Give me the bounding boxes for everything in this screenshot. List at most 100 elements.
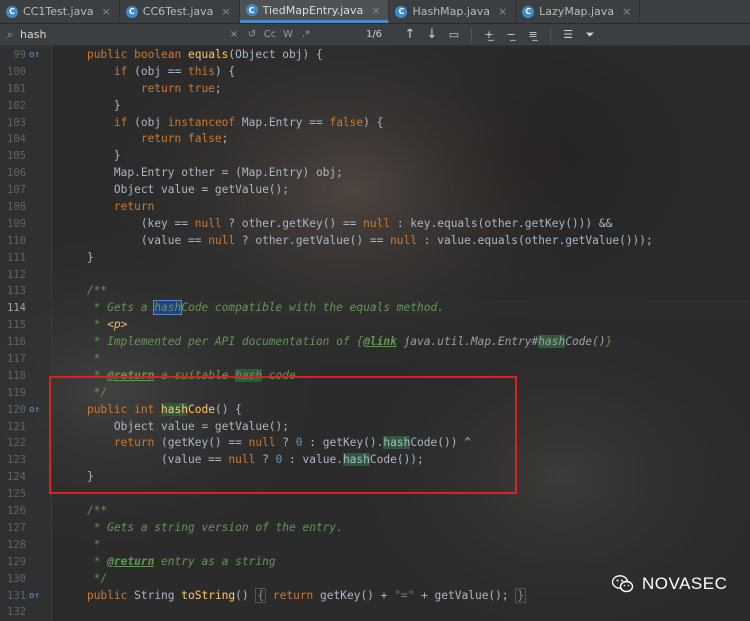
tab-hashmap-java[interactable]: C HashMap.java × — [389, 0, 517, 23]
code-editor[interactable]: 99 o↑ public boolean equals(Object obj) {… — [0, 46, 750, 621]
code-text: /** — [60, 283, 107, 300]
code-line[interactable]: 108 return — [0, 199, 750, 216]
close-tab-icon[interactable]: × — [371, 4, 380, 17]
code-line[interactable]: 114 * Gets a hashCode compatible with th… — [0, 300, 750, 318]
code-token: null — [390, 233, 418, 247]
code-token: /** — [60, 504, 108, 518]
select-all-occurrences-icon[interactable]: ▭ — [443, 28, 465, 41]
regex-toggle[interactable]: .* — [297, 29, 315, 40]
line-number: 132 — [7, 606, 26, 619]
tab-cc1test-java[interactable]: C CC1Test.java × — [0, 0, 120, 23]
match-count: 1/6 — [365, 29, 383, 40]
code-line[interactable]: 104 return false; — [0, 131, 750, 148]
code-line[interactable]: 113 /** — [0, 283, 750, 300]
code-token: public — [86, 588, 135, 602]
filter-icon[interactable]: ⏷ — [579, 28, 601, 42]
code-token: instanceof — [167, 115, 242, 129]
previous-match-icon[interactable]: ↑ — [399, 27, 421, 42]
override-marker-icon[interactable]: o↑ — [29, 402, 40, 419]
toolbar-divider — [550, 27, 551, 42]
multiline-icon[interactable]: ☰ — [557, 28, 579, 41]
code-line[interactable]: 109 (key == null ? other.getKey() == nul… — [0, 216, 750, 233]
next-match-icon[interactable]: ↓ — [421, 27, 443, 42]
line-number: 104 — [7, 133, 26, 146]
close-tab-icon[interactable]: × — [102, 5, 111, 18]
code-line[interactable]: 102 } — [0, 98, 750, 115]
code-line[interactable]: 117 * — [0, 351, 750, 368]
tab-tiedmapentry-java[interactable]: C TiedMapEntry.java × — [239, 0, 390, 23]
line-number: 105 — [7, 150, 26, 163]
code-text: (value == null ? other.getValue() == nul… — [60, 233, 653, 250]
code-token: (obj — [134, 115, 168, 129]
code-text: * Gets a string version of the entry. — [60, 520, 343, 537]
words-toggle[interactable]: W — [279, 29, 297, 40]
code-line[interactable]: 110 (value == null ? other.getValue() ==… — [0, 233, 750, 250]
line-number: 131 — [7, 589, 26, 602]
tab-label: TiedMapEntry.java — [262, 3, 364, 17]
tab-label: HashMap.java — [412, 5, 490, 18]
code-token: entry as a string — [154, 554, 276, 568]
code-token: ) { — [363, 115, 384, 129]
code-token: getKey() + — [320, 588, 395, 602]
code-text: * Implemented per API documentation of {… — [60, 334, 612, 351]
override-marker-icon[interactable]: o↑ — [29, 588, 40, 605]
tab-cc6test-java[interactable]: C CC6Test.java × — [120, 0, 240, 23]
code-line[interactable]: 116 * Implemented per API documentation … — [0, 334, 750, 351]
match-case-toggle[interactable]: Cc — [261, 29, 279, 40]
add-occurrence-icon[interactable]: +̲ — [478, 28, 500, 41]
code-token: + getValue(); — [414, 588, 516, 602]
code-line[interactable]: 106 Map.Entry other = (Map.Entry) obj; — [0, 165, 750, 182]
code-token: ; — [221, 132, 229, 146]
highlight-annotation-box — [49, 376, 517, 494]
line-number: 127 — [7, 521, 26, 534]
code-line[interactable]: 107 Object value = getValue(); — [0, 182, 750, 199]
code-line[interactable]: 132 — [0, 604, 750, 621]
code-line[interactable]: 103 if (obj instanceof Map.Entry == fals… — [0, 115, 750, 132]
code-line[interactable]: 115 * <p> — [0, 317, 750, 334]
code-line[interactable]: 105 } — [0, 148, 750, 165]
code-text: if (obj instanceof Map.Entry == false) { — [60, 115, 383, 132]
code-token: Code() — [565, 335, 606, 349]
remove-occurrence-icon[interactable]: −̲ — [500, 28, 522, 41]
line-number: 113 — [7, 285, 26, 298]
tab-lazymap-java[interactable]: C LazyMap.java × — [516, 0, 641, 23]
code-line[interactable]: 128 * — [0, 537, 750, 554]
line-number: 101 — [7, 82, 26, 95]
code-token: * — [60, 537, 101, 551]
code-token: { — [255, 587, 267, 603]
clear-search-icon[interactable]: × — [225, 29, 243, 40]
line-number: 124 — [7, 471, 26, 484]
code-line[interactable]: 101 return true; — [0, 81, 750, 98]
search-icon[interactable]: ⌕ — [0, 28, 20, 42]
code-token: false — [329, 115, 364, 129]
code-token: <p> — [107, 318, 128, 332]
line-number: 130 — [7, 572, 26, 585]
code-line[interactable]: 100 if (obj == this) { — [0, 64, 750, 81]
close-tab-icon[interactable]: × — [622, 5, 631, 18]
line-number: 116 — [7, 336, 26, 349]
code-token: } — [515, 587, 527, 603]
code-token: Map.Entry other = (Map.Entry) obj; — [60, 166, 343, 180]
code-line[interactable]: 111 } — [0, 250, 750, 267]
code-token: null — [194, 216, 222, 230]
code-token: : value.equals(other.getValue())); — [417, 233, 653, 247]
override-marker-icon[interactable]: o↑ — [29, 47, 40, 64]
code-line[interactable]: 127 * Gets a string version of the entry… — [0, 520, 750, 537]
code-token: return true — [140, 81, 215, 95]
code-line[interactable]: 112 — [0, 267, 750, 284]
code-line[interactable]: 99 o↑ public boolean equals(Object obj) { — [0, 47, 750, 64]
close-tab-icon[interactable]: × — [221, 5, 230, 18]
search-input[interactable] — [20, 28, 225, 41]
code-line[interactable]: 129 * @return entry as a string — [0, 554, 750, 571]
code-line[interactable]: 126 /** — [0, 503, 750, 520]
java-class-icon: C — [522, 5, 535, 18]
code-token: return — [272, 588, 321, 602]
search-history-icon[interactable]: ↺ — [243, 29, 261, 40]
code-token: (value == — [60, 233, 209, 247]
close-tab-icon[interactable]: × — [498, 5, 507, 18]
select-all-matches-icon[interactable]: ≡̲ — [522, 28, 544, 41]
